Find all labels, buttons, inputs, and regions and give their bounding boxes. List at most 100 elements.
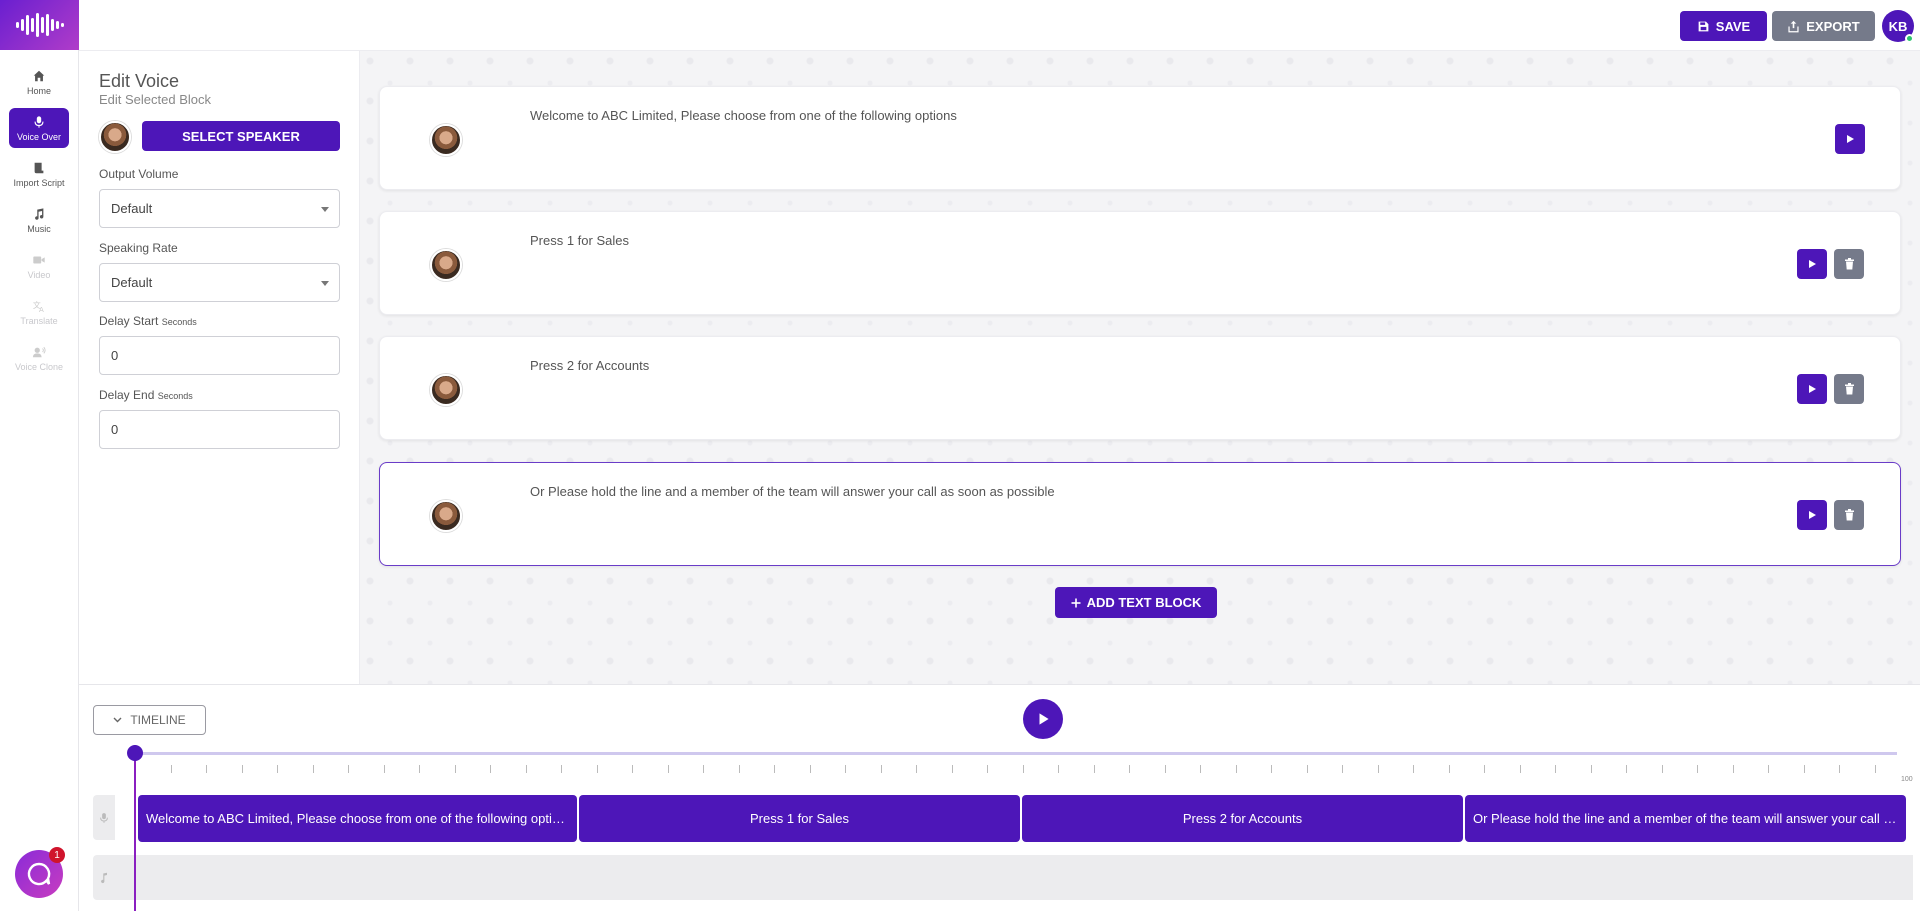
timeline-clip[interactable]: Welcome to ABC Limited, Please choose fr… <box>138 795 577 842</box>
speaker-avatar[interactable] <box>430 124 462 156</box>
playhead-handle[interactable] <box>127 745 143 761</box>
svg-text:A: A <box>39 306 44 313</box>
ruler-end-label: 100 <box>1901 776 1913 783</box>
nav-item-music[interactable]: Music <box>9 200 69 240</box>
chevron-down-icon <box>321 207 329 212</box>
delay-end-label: Delay End Seconds <box>99 388 193 402</box>
play-block-button[interactable] <box>1797 249 1827 279</box>
play-block-button[interactable] <box>1797 500 1827 530</box>
save-icon <box>1698 21 1709 31</box>
block-text[interactable]: Press 1 for Sales <box>530 233 629 248</box>
text-block-selected[interactable]: Or Please hold the line and a member of … <box>379 462 1901 566</box>
top-bar <box>79 0 1920 51</box>
ruler-tick <box>1022 765 1024 773</box>
play-all-button[interactable] <box>1023 699 1063 739</box>
speaking-rate-select[interactable]: Default <box>99 263 340 302</box>
nav-item-voice-over[interactable]: Voice Over <box>9 108 69 148</box>
home-icon <box>33 70 45 81</box>
text-block[interactable]: Welcome to ABC Limited, Please choose fr… <box>379 86 1901 190</box>
ruler-tick <box>1058 765 1059 773</box>
timeline-clip[interactable]: Or Please hold the line and a member of … <box>1465 795 1906 842</box>
ruler-tick <box>667 765 669 773</box>
delay-start-value: 0 <box>111 348 119 363</box>
ruler-tick <box>1306 765 1308 773</box>
play-icon <box>1809 260 1816 268</box>
nav-item-video: Video <box>9 246 69 286</box>
delete-block-button[interactable] <box>1834 374 1864 404</box>
speaking-rate-value: Default <box>111 275 153 290</box>
video-icon <box>33 256 45 263</box>
play-block-button[interactable] <box>1797 374 1827 404</box>
ruler-tick <box>348 765 349 773</box>
ruler-tick <box>632 765 633 773</box>
ruler-tick <box>951 765 953 773</box>
block-text[interactable]: Press 2 for Accounts <box>530 358 649 373</box>
script-canvas: Welcome to ABC Limited, Please choose fr… <box>360 51 1920 684</box>
ruler-tick <box>1555 765 1556 773</box>
ruler-tick <box>1661 765 1663 773</box>
export-button[interactable]: EXPORT <box>1772 11 1875 41</box>
ruler-tick <box>738 765 740 773</box>
delete-block-button[interactable] <box>1834 249 1864 279</box>
ruler-tick <box>845 765 846 773</box>
ruler-tick <box>1413 765 1414 773</box>
speaker-avatar[interactable] <box>430 249 462 281</box>
clip-label: Welcome to ABC Limited, Please choose fr… <box>146 811 569 826</box>
add-text-block-label: ADD TEXT BLOCK <box>1086 595 1202 610</box>
ruler-tick <box>916 765 917 773</box>
ruler-tick <box>1200 765 1201 773</box>
clip-label: Press 2 for Accounts <box>1182 811 1303 826</box>
ruler-tick <box>1732 765 1734 773</box>
ruler-tick <box>312 765 314 773</box>
timeline-clip[interactable]: Press 2 for Accounts <box>1022 795 1463 842</box>
text-block[interactable]: Press 1 for Sales <box>379 211 1901 315</box>
speaking-rate-label: Speaking Rate <box>99 241 178 255</box>
music-lane[interactable] <box>115 855 1913 900</box>
ruler-tick <box>277 765 278 773</box>
output-volume-select[interactable]: Default <box>99 189 340 228</box>
chat-bubble-icon <box>27 862 51 886</box>
text-block[interactable]: Press 2 for Accounts <box>379 336 1901 440</box>
nav-item-home[interactable]: Home <box>9 62 69 102</box>
panel-subtitle: Edit Selected Block <box>99 92 212 107</box>
timeline-ruler <box>135 765 1897 773</box>
ruler-tick <box>1697 765 1698 773</box>
delay-start-input[interactable]: 0 <box>99 336 340 375</box>
timeline-toggle-label: TIMELINE <box>130 713 186 727</box>
online-status-indicator <box>1905 34 1914 43</box>
timeline-toggle-button[interactable]: TIMELINE <box>93 705 206 735</box>
speaker-avatar[interactable] <box>430 500 462 532</box>
delay-end-value: 0 <box>111 422 119 437</box>
voice-clone-icon <box>32 346 46 357</box>
nav-item-label: Music <box>27 223 51 234</box>
ruler-tick <box>703 765 704 773</box>
avatar-initials: KB <box>1888 18 1908 34</box>
speaker-avatar[interactable] <box>430 374 462 406</box>
ruler-tick <box>490 765 491 773</box>
delete-block-button[interactable] <box>1834 500 1864 530</box>
timeline-clip[interactable]: Press 1 for Sales <box>579 795 1020 842</box>
ruler-tick <box>383 765 385 773</box>
music-lane-header <box>93 855 115 900</box>
chevron-down-icon <box>113 717 122 723</box>
trash-icon <box>1844 383 1854 395</box>
edit-voice-panel: Edit Voice Edit Selected Block SELECT SP… <box>79 51 360 684</box>
block-text[interactable]: Welcome to ABC Limited, Please choose fr… <box>530 108 957 123</box>
select-speaker-button[interactable]: SELECT SPEAKER <box>142 121 340 151</box>
ruler-tick <box>1271 765 1272 773</box>
translate-icon: 文A <box>33 299 44 313</box>
plus-icon <box>1071 598 1081 607</box>
play-block-button[interactable] <box>1835 124 1865 154</box>
ruler-tick <box>1874 765 1876 773</box>
ruler-tick <box>206 765 207 773</box>
ruler-tick <box>454 765 456 773</box>
delay-end-input[interactable]: 0 <box>99 410 340 449</box>
timeline-scrubber-track[interactable] <box>135 752 1897 755</box>
app-logo[interactable] <box>0 0 79 50</box>
block-text[interactable]: Or Please hold the line and a member of … <box>530 484 1055 499</box>
nav-item-import-script[interactable]: Import Script <box>9 154 69 194</box>
nav-item-label: Translate <box>20 315 58 326</box>
timeline-panel: TIMELINE 100 Welcome to ABC Limited, Ple… <box>79 684 1920 911</box>
save-button[interactable]: SAVE <box>1680 11 1767 41</box>
add-text-block-button[interactable]: ADD TEXT BLOCK <box>1055 587 1217 618</box>
